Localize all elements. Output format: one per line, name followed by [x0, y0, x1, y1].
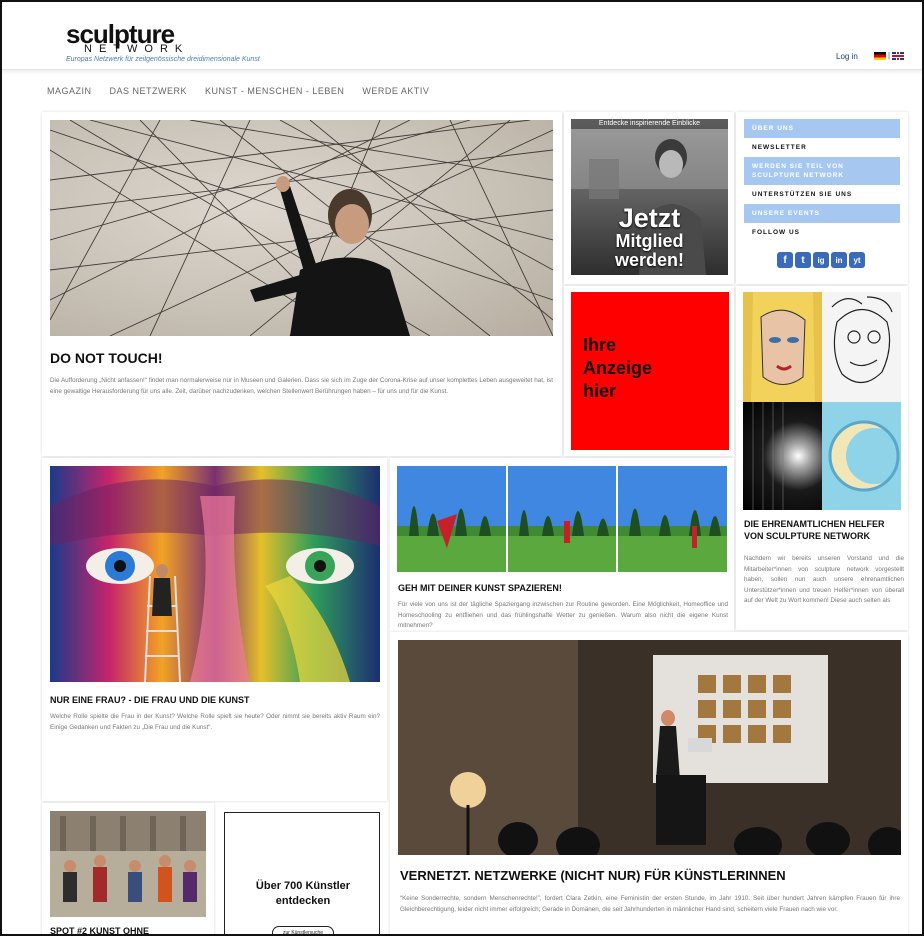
sidebar-item-events[interactable]: UNSERE EVENTS — [744, 204, 900, 223]
feature-excerpt: Die Aufforderung „Nicht anfassen!“ finde… — [50, 377, 553, 395]
line-drawing-panel — [822, 292, 901, 402]
painted-face-illustration — [751, 292, 815, 402]
nav-item-magazin[interactable]: MAGAZIN — [47, 86, 92, 96]
walk-title[interactable]: GEH MIT DEINER KUNST SPAZIEREN! — [398, 582, 562, 594]
sidebar-item-support[interactable]: UNTERSTÜTZEN SIE UNS — [744, 185, 900, 204]
promo-line-1: Jetzt — [618, 203, 681, 233]
crowd-illustration — [50, 811, 206, 917]
portrait-painting-panel — [743, 292, 822, 402]
helpers-image[interactable] — [743, 292, 901, 510]
ad-text-line-3: hier — [583, 381, 617, 401]
site-logo[interactable]: sculpture NETWORK Europas Netzwerk für z… — [66, 19, 260, 64]
feature-article-card[interactable]: DO NOT TOUCH! Die Aufforderung „Nicht an… — [42, 112, 562, 456]
feature-image[interactable] — [50, 120, 553, 336]
instagram-icon[interactable]: ig — [813, 252, 829, 268]
flag-separator: | — [888, 51, 891, 60]
line-drawing-illustration — [831, 296, 893, 384]
walk-article-card[interactable]: GEH MIT DEINER KUNST SPAZIEREN! Für viel… — [390, 458, 734, 632]
spot-title[interactable]: SPOT #2 KUNST OHNE — [50, 925, 149, 934]
page: sculpture NETWORK Europas Netzwerk für z… — [0, 0, 924, 936]
membership-promo-card[interactable]: Entdecke inspirierende Einblicke Jetzt M… — [564, 112, 734, 284]
spot-article-card[interactable]: SPOT #2 KUNST OHNE — [42, 803, 214, 934]
network-excerpt: “Keine Sonderrechte, sondern Menschenrec… — [400, 895, 900, 913]
walk-image[interactable] — [397, 466, 727, 572]
german-flag-icon[interactable] — [874, 51, 886, 60]
woman-title[interactable]: NUR EINE FRAU? - DIE FRAU UND DIE KUNST — [50, 694, 250, 706]
walk-excerpt: Für viele von uns ist der tägliche Spazi… — [398, 601, 728, 629]
network-article-card[interactable]: VERNETZT. NETZWERKE (NICHT NUR) FÜR KÜNS… — [390, 632, 908, 934]
light-beam-illustration — [752, 402, 784, 510]
feature-title[interactable]: DO NOT TOUCH! — [50, 350, 163, 366]
nav-item-werde-aktiv[interactable]: WERDE AKTIV — [362, 86, 429, 96]
facebook-icon[interactable]: f — [777, 252, 793, 268]
network-image[interactable] — [398, 640, 901, 855]
spot-image[interactable] — [50, 811, 206, 917]
membership-promo-image[interactable]: Entdecke inspirierende Einblicke Jetzt M… — [571, 119, 728, 275]
thread-installation-illustration — [50, 120, 553, 336]
logo-wordmark: sculpture — [66, 19, 175, 49]
light-installation-panel — [743, 402, 822, 510]
helpers-article-card[interactable]: DIE EHRENAMTLICHEN HELFER VON SCULPTURE … — [736, 286, 908, 630]
promo-line-2: Mitglied — [615, 231, 684, 251]
follow-us-label: FOLLOW US — [744, 223, 900, 242]
social-links: f t ig in yt — [777, 252, 865, 268]
helpers-excerpt: Nachdem wir bereits unseren Vorstand und… — [744, 555, 904, 604]
ad-text-line-1: Ihre — [583, 335, 617, 355]
twitter-icon[interactable]: t — [795, 252, 811, 268]
nav-item-netzwerk[interactable]: DAS NETZWERK — [110, 86, 188, 96]
lecture-room-illustration — [398, 640, 901, 855]
login-link[interactable]: Log in — [836, 52, 858, 61]
crescent-sculpture-illustration — [828, 420, 901, 492]
ad-text-line-2: Anzeige — [583, 358, 653, 378]
garden-walk-illustration — [397, 466, 727, 572]
promo-headline: Jetzt Mitglied werden! — [571, 205, 728, 270]
linkedin-icon[interactable]: in — [831, 252, 847, 268]
youtube-icon[interactable]: yt — [849, 252, 865, 268]
logo-tagline: Europas Netzwerk für zeitgenössische dre… — [66, 56, 260, 63]
sidebar-item-join[interactable]: WERDEN SIE TEIL VON SCULPTURE NETWORK — [744, 157, 900, 185]
ad-banner[interactable]: Ihre Anzeige hier — [571, 292, 729, 450]
artists-title: Über 700 Künstler entdecken — [255, 880, 351, 907]
blue-sculpture-panel — [822, 402, 901, 510]
artists-search-card[interactable]: Über 700 Künstler entdecken zur Künstler… — [224, 812, 380, 934]
english-flag-icon[interactable] — [892, 51, 905, 60]
sidebar-item-newsletter[interactable]: NEWSLETTER — [744, 138, 900, 157]
helpers-title[interactable]: DIE EHRENAMTLICHEN HELFER VON SCULPTURE … — [744, 518, 904, 542]
nav-item-kunst-menschen-leben[interactable]: KUNST - MENSCHEN - LEBEN — [205, 86, 344, 96]
logo-subtitle: NETWORK — [84, 43, 190, 55]
promo-line-3: werden! — [614, 250, 684, 270]
promo-caption: Entdecke inspirierende Einblicke — [571, 119, 728, 129]
language-switcher: | — [874, 51, 905, 60]
sidebar-item-about[interactable]: ÜBER UNS — [744, 119, 900, 138]
woman-excerpt: Welche Rolle spielte die Frau in der Kun… — [50, 713, 380, 731]
network-title[interactable]: VERNETZT. NETZWERKE (NICHT NUR) FÜR KÜNS… — [400, 868, 786, 884]
site-header: sculpture NETWORK Europas Netzwerk für z… — [2, 2, 922, 70]
ad-card[interactable]: Ihre Anzeige hier — [564, 286, 734, 456]
main-nav: MAGAZIN DAS NETZWERK KUNST - MENSCHEN - … — [47, 86, 429, 96]
woman-article-card[interactable]: NUR EINE FRAU? - DIE FRAU UND DIE KUNST … — [42, 458, 387, 801]
artists-button-wrap: zur Künstlersuche — [225, 921, 379, 934]
woman-image[interactable] — [50, 466, 380, 682]
artist-search-button[interactable]: zur Künstlersuche — [271, 926, 335, 934]
painted-face-illustration — [50, 479, 380, 682]
